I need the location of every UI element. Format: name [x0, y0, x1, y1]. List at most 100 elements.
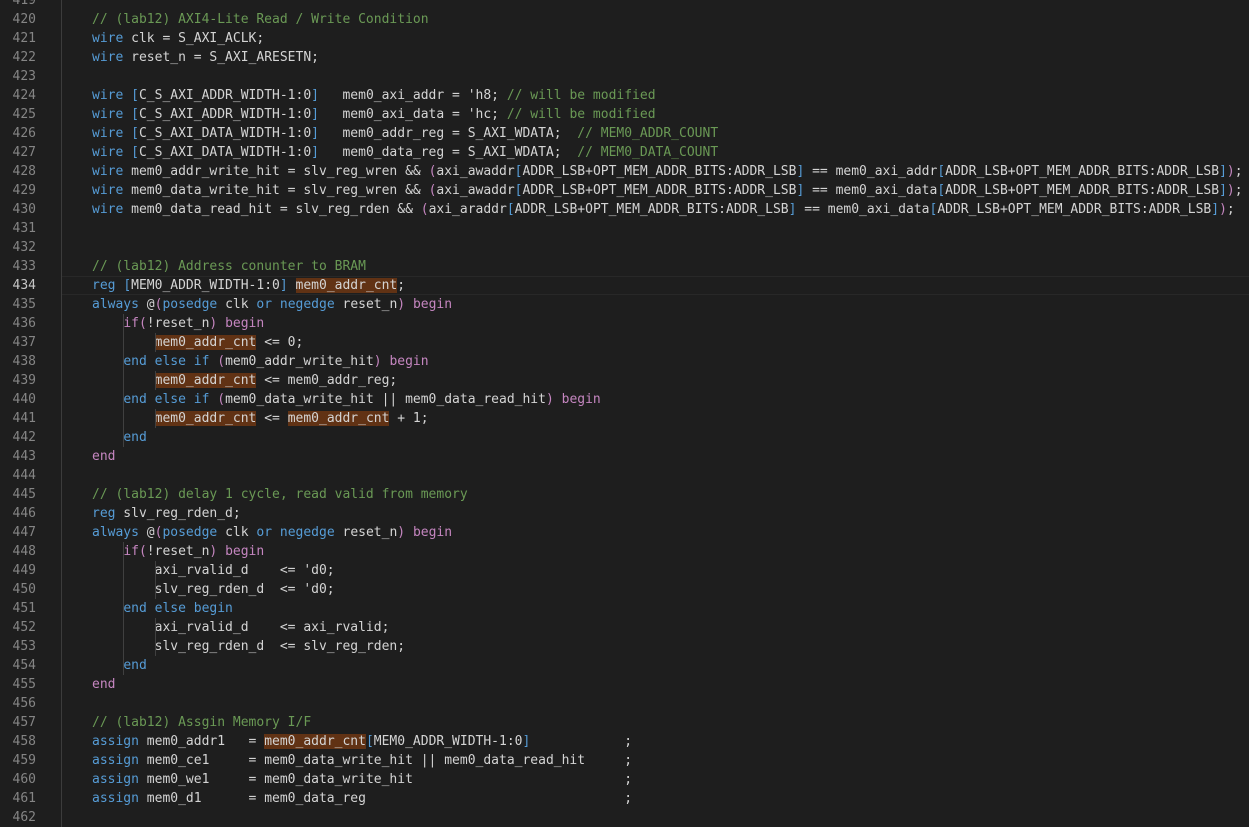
code-line[interactable]: [62, 219, 1249, 238]
code-line[interactable]: end else if (mem0_addr_write_hit) begin: [62, 352, 1249, 371]
code-token: ]: [311, 107, 319, 122]
code-token: reg: [92, 278, 116, 293]
code-token: [: [123, 278, 132, 293]
code-line[interactable]: always @(posedge clk or negedge reset_n)…: [62, 523, 1249, 542]
line-number: 421: [12, 31, 36, 46]
code-line[interactable]: mem0_addr_cnt <= 0;: [62, 333, 1249, 352]
code-line[interactable]: [62, 694, 1249, 713]
code-line-text: assign mem0_ce1 = mem0_data_write_hit ||…: [92, 751, 632, 770]
indent-guide: [154, 371, 156, 390]
code-line[interactable]: axi_rvalid_d <= 'd0;: [62, 561, 1249, 580]
code-line[interactable]: mem0_addr_cnt <= mem0_addr_reg;: [62, 371, 1249, 390]
code-line[interactable]: // (lab12) Assgin Memory I/F: [62, 713, 1249, 732]
code-token: ): [373, 354, 382, 369]
code-token: // (lab12) AXI4-Lite Read / Write Condit…: [92, 12, 429, 27]
code-line[interactable]: // (lab12) delay 1 cycle, read valid fro…: [62, 485, 1249, 504]
code-token: wire: [92, 107, 124, 122]
code-line-text: // (lab12) delay 1 cycle, read valid fro…: [92, 485, 468, 504]
code-line[interactable]: [62, 808, 1249, 827]
code-token: wire: [92, 183, 124, 198]
code-token: ): [545, 392, 554, 407]
code-token: (: [420, 202, 429, 217]
code-line[interactable]: wire [C_S_AXI_ADDR_WIDTH-1:0] mem0_axi_a…: [62, 86, 1249, 105]
code-line[interactable]: end else begin: [62, 599, 1249, 618]
code-token: @: [138, 525, 155, 540]
code-token: <=: [256, 411, 288, 426]
code-line-text: wire [C_S_AXI_DATA_WIDTH-1:0] mem0_data_…: [92, 143, 718, 162]
code-line[interactable]: [62, 67, 1249, 86]
line-number: 446: [12, 506, 36, 521]
code-line-text: mem0_addr_cnt <= mem0_addr_cnt + 1;: [92, 409, 429, 428]
code-token: begin: [225, 544, 265, 559]
code-line[interactable]: [62, 0, 1249, 10]
code-line[interactable]: wire [C_S_AXI_ADDR_WIDTH-1:0] mem0_axi_d…: [62, 105, 1249, 124]
code-line-text: assign mem0_addr1 = mem0_addr_cnt[MEM0_A…: [92, 732, 632, 751]
code-token: ADDR_LSB+OPT_MEM_ADDR_BITS:ADDR_LSB: [514, 202, 789, 217]
code-line[interactable]: if(!reset_n) begin: [62, 314, 1249, 333]
code-line[interactable]: mem0_addr_cnt <= mem0_addr_cnt + 1;: [62, 409, 1249, 428]
code-line[interactable]: wire mem0_addr_write_hit = slv_reg_wren …: [62, 162, 1249, 181]
code-line[interactable]: reg slv_reg_rden_d;: [62, 504, 1249, 523]
code-token: mem0_data_write_hit = slv_reg_wren &&: [123, 183, 429, 198]
code-line-text: reg [MEM0_ADDR_WIDTH-1:0] mem0_addr_cnt;: [92, 276, 405, 295]
line-number: 450: [12, 582, 36, 597]
code-token: or: [256, 525, 273, 540]
line-number: 422: [12, 50, 36, 65]
code-line[interactable]: wire mem0_data_write_hit = slv_reg_wren …: [62, 181, 1249, 200]
code-line[interactable]: assign mem0_d1 = mem0_data_reg ;: [62, 789, 1249, 808]
code-line-text: wire [C_S_AXI_ADDR_WIDTH-1:0] mem0_axi_d…: [92, 105, 656, 124]
code-token: wire: [92, 50, 124, 65]
code-line[interactable]: always @(posedge clk or negedge reset_n)…: [62, 295, 1249, 314]
code-line[interactable]: end: [62, 656, 1249, 675]
code-token: posedge: [162, 525, 218, 540]
line-number: 423: [12, 69, 36, 84]
code-line[interactable]: wire [C_S_AXI_DATA_WIDTH-1:0] mem0_addr_…: [62, 124, 1249, 143]
code-token: ): [397, 297, 406, 312]
code-area[interactable]: // (lab12) AXI4-Lite Read / Write Condit…: [62, 0, 1249, 827]
code-token: reset_n = S_AXI_ARESETN;: [123, 50, 319, 65]
code-line[interactable]: end: [62, 675, 1249, 694]
code-token: ]: [1219, 164, 1227, 179]
code-token: negedge: [279, 297, 335, 312]
code-token: mem0_addr_write_hit: [225, 354, 374, 369]
code-line[interactable]: axi_rvalid_d <= axi_rvalid;: [62, 618, 1249, 637]
code-line[interactable]: [62, 466, 1249, 485]
code-token: <= mem0_addr_reg;: [256, 373, 398, 388]
code-line[interactable]: [62, 238, 1249, 257]
code-token: ]: [1219, 183, 1227, 198]
code-line[interactable]: if(!reset_n) begin: [62, 542, 1249, 561]
line-number: 460: [12, 772, 36, 787]
code-token: posedge: [162, 297, 218, 312]
code-line[interactable]: // (lab12) Address conunter to BRAM: [62, 257, 1249, 276]
code-line[interactable]: wire mem0_data_read_hit = slv_reg_rden &…: [62, 200, 1249, 219]
highlighted-token: mem0_addr_cnt: [264, 734, 366, 749]
code-line[interactable]: wire reset_n = S_AXI_ARESETN;: [62, 48, 1249, 67]
code-line-text: end: [92, 656, 146, 675]
code-line-text: end else if (mem0_addr_write_hit) begin: [92, 352, 428, 371]
code-line[interactable]: end else if (mem0_data_write_hit || mem0…: [62, 390, 1249, 409]
code-line[interactable]: wire clk = S_AXI_ACLK;: [62, 29, 1249, 48]
line-number: 434: [12, 278, 36, 293]
code-line[interactable]: assign mem0_ce1 = mem0_data_write_hit ||…: [62, 751, 1249, 770]
code-line[interactable]: assign mem0_addr1 = mem0_addr_cnt[MEM0_A…: [62, 732, 1249, 751]
code-token: assign: [92, 772, 139, 787]
code-line[interactable]: slv_reg_rden_d <= slv_reg_rden;: [62, 637, 1249, 656]
code-editor[interactable]: 419 420 421 422 423 424 425 426 427 428 429 430 431 4…: [0, 0, 1249, 827]
line-number: 438: [12, 354, 36, 369]
code-line[interactable]: wire [C_S_AXI_DATA_WIDTH-1:0] mem0_data_…: [62, 143, 1249, 162]
code-line[interactable]: slv_reg_rden_d <= 'd0;: [62, 580, 1249, 599]
code-line[interactable]: reg [MEM0_ADDR_WIDTH-1:0] mem0_addr_cnt;: [62, 276, 1249, 295]
line-number: 455: [12, 677, 36, 692]
code-token: (: [217, 392, 226, 407]
code-line[interactable]: // (lab12) AXI4-Lite Read / Write Condit…: [62, 10, 1249, 29]
code-token: ): [1226, 164, 1235, 179]
code-line[interactable]: end: [62, 428, 1249, 447]
code-token: // will be modified: [506, 88, 656, 103]
code-line[interactable]: assign mem0_we1 = mem0_data_write_hit ;: [62, 770, 1249, 789]
code-token: // (lab12) delay 1 cycle, read valid fro…: [92, 487, 468, 502]
code-line[interactable]: end: [62, 447, 1249, 466]
code-token: assign: [92, 734, 139, 749]
